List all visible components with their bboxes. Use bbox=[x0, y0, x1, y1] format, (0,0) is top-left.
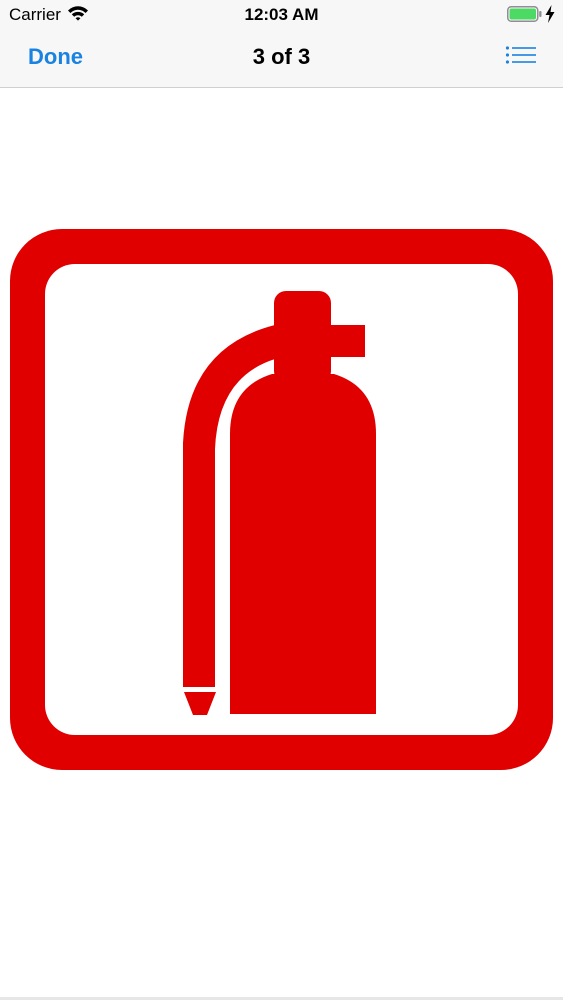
charging-bolt-icon bbox=[545, 5, 555, 28]
page-title: 3 of 3 bbox=[252, 44, 311, 69]
fire-extinguisher-sign bbox=[10, 229, 553, 775]
clock: 12:03 AM bbox=[244, 5, 319, 24]
navigation-bar: Done 3 of 3 bbox=[0, 30, 563, 88]
status-bar: Carrier 12:03 AM bbox=[0, 0, 563, 30]
battery-full-icon bbox=[507, 6, 543, 27]
list-icon[interactable] bbox=[505, 45, 537, 72]
document-viewer[interactable] bbox=[0, 88, 563, 1000]
